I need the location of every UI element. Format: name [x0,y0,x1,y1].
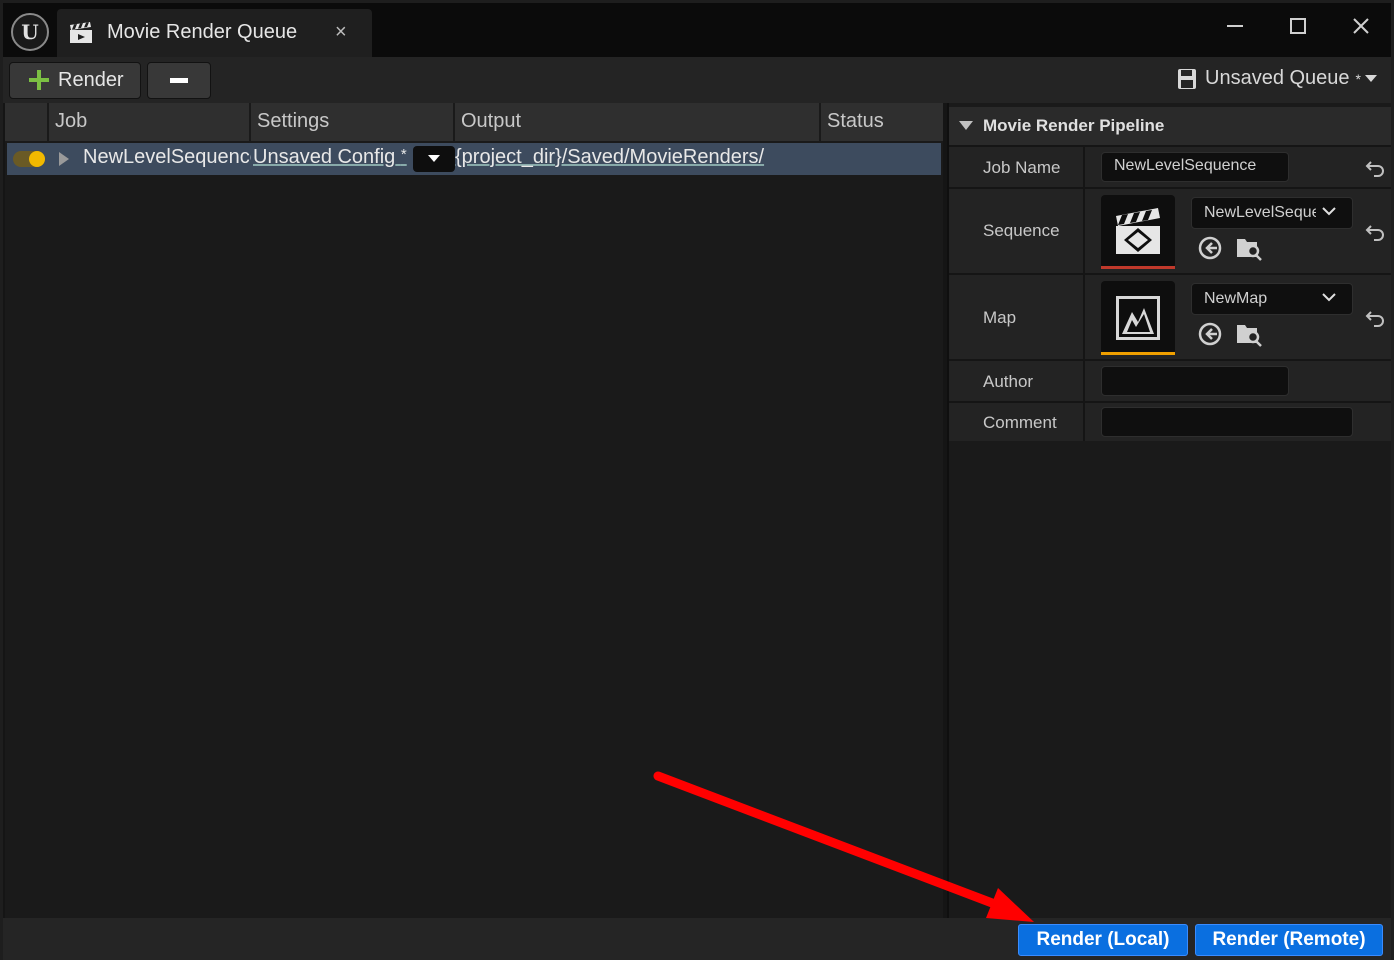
collapse-triangle-icon [959,121,973,130]
browse-to-asset-icon[interactable] [1235,235,1263,261]
movie-render-queue-window: U Movie Render Queue × Render Unsaved Qu… [0,0,1394,960]
caret-down-icon [1365,74,1377,82]
queue-dirty-marker: * [1355,70,1361,87]
render-button-label: Render [58,69,124,91]
sequence-value-cell: NewLevelSeque [1083,189,1359,273]
column-status-label: Status [827,110,884,132]
chevron-down-icon [1322,293,1336,302]
tab-movie-render-queue[interactable]: Movie Render Queue × [57,9,372,57]
title-bar: U Movie Render Queue × [3,3,1391,57]
column-job[interactable]: Job [47,103,249,141]
section-movie-render-pipeline[interactable]: Movie Render Pipeline [949,107,1391,145]
sequence-asset-name: NewLevelSeque [1204,204,1316,221]
settings-dirty-marker: * [400,146,407,163]
tab-close-icon[interactable]: × [335,21,347,44]
column-settings-label: Settings [257,110,330,132]
job-settings-link[interactable]: Unsaved Config * [253,146,407,169]
table-row[interactable]: NewLevelSequence Unsaved Config * {proje… [7,143,941,175]
job-name[interactable]: NewLevelSequence [83,146,251,169]
use-selected-asset-icon[interactable] [1197,321,1223,347]
close-window-icon[interactable] [1341,11,1381,41]
toggle-knob [29,151,45,167]
unreal-engine-logo-icon[interactable]: U [11,13,49,51]
property-job-name: Job Name NewLevelSequence [949,145,1391,187]
use-selected-asset-icon[interactable] [1197,235,1223,261]
author-field[interactable] [1101,366,1289,396]
property-author: Author [949,359,1391,401]
job-settings-label: Unsaved Config [253,146,396,168]
plus-icon [29,70,49,90]
tab-title: Movie Render Queue [107,21,298,43]
caret-down-icon [428,155,440,162]
minus-icon [170,77,188,83]
column-enabled[interactable] [5,103,47,141]
map-asset-color-bar [1101,352,1175,355]
comment-label: Comment [983,413,1057,432]
job-name-label: Job Name [983,158,1061,177]
queue-name: Unsaved Queue [1205,67,1350,89]
comment-field[interactable] [1101,407,1353,437]
chevron-down-icon [1322,207,1336,216]
column-output-label: Output [461,110,522,132]
comment-value-cell [1083,403,1359,441]
save-disk-icon [1178,68,1196,89]
details-panel: Movie Render Pipeline Job Name NewLevelS… [947,103,1391,918]
render-remote-button[interactable]: Render (Remote) [1195,924,1383,956]
maximize-icon[interactable] [1278,11,1318,41]
sequence-thumbnail[interactable] [1101,195,1175,269]
render-local-button[interactable]: Render (Local) [1018,924,1188,956]
column-settings[interactable]: Settings [249,103,453,141]
queue-column-headers: Job Settings Output Status [5,103,943,141]
author-label: Author [983,372,1034,391]
job-name-value-cell: NewLevelSequence [1083,147,1359,187]
sequence-asset-picker[interactable]: NewLevelSeque [1191,197,1353,229]
level-map-icon [1116,296,1160,340]
render-action-bar: Render (Local) Render (Remote) [3,918,1391,960]
map-asset-name: NewMap [1204,290,1268,307]
reset-to-default-icon[interactable] [1365,309,1385,327]
sequence-label: Sequence [983,221,1060,240]
add-render-job-button[interactable]: Render [9,62,141,99]
logo-letter: U [21,20,39,44]
author-value-cell [1083,361,1359,401]
toolbar: Render Unsaved Queue * [3,57,1391,103]
column-job-label: Job [55,110,88,132]
reset-to-default-icon[interactable] [1365,159,1385,177]
level-sequence-icon [1116,208,1160,254]
queue-save-dropdown[interactable]: Unsaved Queue * [1177,67,1377,90]
map-label: Map [983,308,1017,327]
settings-preset-dropdown[interactable] [413,146,455,172]
map-value-cell: NewMap [1083,275,1359,359]
column-status[interactable]: Status [819,103,943,141]
clapperboard-icon [70,22,92,43]
job-enabled-toggle[interactable] [13,151,45,167]
sequence-asset-color-bar [1101,266,1175,269]
section-title: Movie Render Pipeline [983,116,1165,135]
reset-to-default-icon[interactable] [1365,223,1385,241]
minimize-icon[interactable] [1215,11,1255,41]
property-comment: Comment [949,401,1391,441]
job-name-field[interactable]: NewLevelSequence [1101,152,1289,182]
map-asset-picker[interactable]: NewMap [1191,283,1353,315]
column-output[interactable]: Output [453,103,819,141]
map-thumbnail[interactable] [1101,281,1175,355]
expand-arrow-icon[interactable] [59,152,69,166]
property-sequence: Sequence NewLevelSeque [949,187,1391,273]
browse-to-asset-icon[interactable] [1235,321,1263,347]
job-queue-panel: Job Settings Output Status NewLevelSeque… [5,103,943,918]
remove-job-button[interactable] [147,62,211,99]
job-output-path[interactable]: {project_dir}/Saved/MovieRenders/ [455,146,764,169]
property-map: Map NewMap [949,273,1391,359]
